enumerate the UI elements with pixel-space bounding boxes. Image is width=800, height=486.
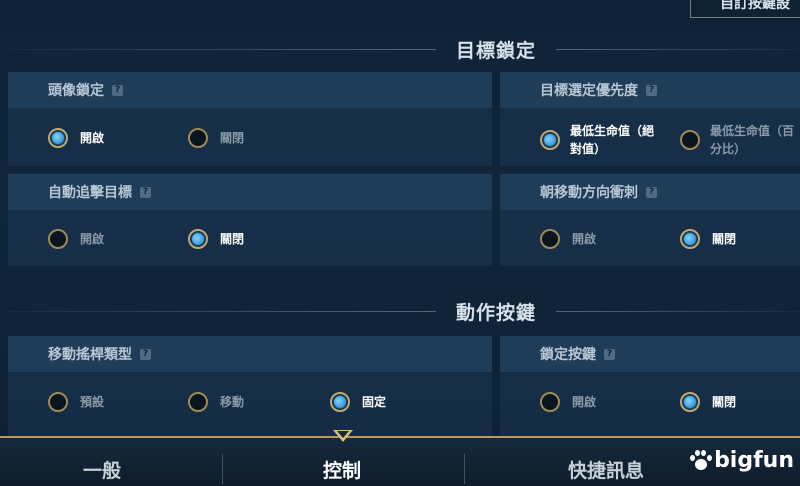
divider xyxy=(556,49,800,50)
option-enable[interactable]: 開啟 xyxy=(540,392,596,412)
section-title: 目標鎖定 xyxy=(455,40,536,62)
radio-icon[interactable] xyxy=(540,392,560,412)
help-icon[interactable]: ? xyxy=(646,84,657,96)
option-label-line: 最低生命值（百 xyxy=(710,124,795,138)
radio-selected-icon[interactable] xyxy=(188,229,208,249)
panel-title: 目標選定優先度 xyxy=(540,83,638,99)
panel-header: 朝移動方向衝刺 ? xyxy=(500,174,800,210)
option-label: 最低生命值（百 分比） xyxy=(710,122,794,158)
option-enable[interactable]: 開啟 xyxy=(48,128,104,148)
bottom-tab-bar: 一般 控制 快捷訊息 xyxy=(0,436,800,486)
panel-joystick-type: 移動搖桿類型 ? 預設 移動 固定 xyxy=(8,336,492,436)
option-label: 固定 xyxy=(362,395,387,409)
panel-dash-direction: 朝移動方向衝刺 ? 開啟 關閉 xyxy=(500,174,800,266)
help-icon[interactable]: ? xyxy=(140,348,151,360)
radio-icon[interactable] xyxy=(188,128,208,148)
option-disable[interactable]: 關閉 xyxy=(188,128,244,148)
option-label: 關閉 xyxy=(712,395,737,409)
panel-title: 自動追擊目標 xyxy=(48,185,132,201)
active-tab-indicator-inner xyxy=(337,431,349,438)
option-label: 開啟 xyxy=(572,232,597,246)
option-moving[interactable]: 移動 xyxy=(188,392,244,412)
help-icon[interactable]: ? xyxy=(604,348,615,360)
section-target-lock: 目標鎖定 xyxy=(0,36,800,62)
panel-title: 朝移動方向衝刺 xyxy=(540,185,638,201)
radio-icon[interactable] xyxy=(48,392,68,412)
tab-divider xyxy=(464,454,465,484)
option-label: 最低生命值（絕 對值） xyxy=(570,122,654,158)
tab-general[interactable]: 一般 xyxy=(22,456,182,483)
option-disable[interactable]: 關閉 xyxy=(188,229,244,249)
tab-divider xyxy=(222,454,223,484)
option-label: 關閉 xyxy=(712,232,737,246)
radio-icon[interactable] xyxy=(48,229,68,249)
option-lowest-hp-percent[interactable]: 最低生命值（百 分比） xyxy=(680,122,794,158)
section-title: 動作按鍵 xyxy=(455,302,536,324)
radio-icon[interactable] xyxy=(680,130,700,150)
option-label-line: 分比） xyxy=(710,142,747,156)
option-label: 開啟 xyxy=(572,395,597,409)
panel-auto-chase: 自動追擊目標 ? 開啟 關閉 xyxy=(8,174,492,266)
option-lowest-hp-absolute[interactable]: 最低生命值（絕 對值） xyxy=(540,122,654,158)
option-disable[interactable]: 關閉 xyxy=(680,229,736,249)
paw-logo-icon xyxy=(688,449,713,472)
tab-control[interactable]: 控制 xyxy=(262,456,422,483)
panel-header: 移動搖桿類型 ? xyxy=(8,336,492,372)
section-action-keys: 動作按鍵 xyxy=(0,298,800,324)
option-fixed[interactable]: 固定 xyxy=(330,392,386,412)
tab-quick-messages[interactable]: 快捷訊息 xyxy=(526,456,686,483)
option-label: 關閉 xyxy=(220,232,245,246)
option-default[interactable]: 預設 xyxy=(48,392,104,412)
panel-lock-key: 鎖定按鍵 ? 開啟 關閉 xyxy=(500,336,800,436)
panel-target-priority: 目標選定優先度 ? 最低生命值（絕 對值） 最低生命值（百 分比） xyxy=(500,72,800,166)
watermark-text: bigfun xyxy=(714,448,794,473)
radio-selected-icon[interactable] xyxy=(540,130,560,150)
help-icon[interactable]: ? xyxy=(646,186,657,198)
radio-selected-icon[interactable] xyxy=(330,392,350,412)
radio-icon[interactable] xyxy=(540,229,560,249)
option-label: 開啟 xyxy=(80,131,105,145)
option-label-line: 最低生命值（絕 xyxy=(570,124,655,138)
panel-title: 移動搖桿類型 xyxy=(48,347,132,363)
radio-selected-icon[interactable] xyxy=(680,392,700,412)
panel-header: 自動追擊目標 ? xyxy=(8,174,492,210)
panel-header: 頭像鎖定 ? xyxy=(8,72,492,108)
watermark: bigfun xyxy=(688,448,794,473)
help-icon[interactable]: ? xyxy=(140,186,151,198)
panel-header: 目標選定優先度 ? xyxy=(500,72,800,108)
radio-selected-icon[interactable] xyxy=(48,128,68,148)
option-enable[interactable]: 開啟 xyxy=(540,229,596,249)
panel-title: 鎖定按鍵 xyxy=(540,347,596,363)
option-label: 關閉 xyxy=(220,131,245,145)
help-icon[interactable]: ? xyxy=(112,84,123,96)
panel-title: 頭像鎖定 xyxy=(48,83,104,99)
divider xyxy=(8,49,436,50)
option-label: 預設 xyxy=(80,395,105,409)
panel-avatar-lock: 頭像鎖定 ? 開啟 關閉 xyxy=(8,72,492,166)
option-label: 移動 xyxy=(220,395,245,409)
custom-keys-button[interactable]: 自訂按鍵設 xyxy=(690,0,800,18)
panel-header: 鎖定按鍵 ? xyxy=(500,336,800,372)
option-label: 開啟 xyxy=(80,232,105,246)
divider xyxy=(556,311,800,312)
option-disable[interactable]: 關閉 xyxy=(680,392,736,412)
option-label-line: 對值） xyxy=(570,142,607,156)
option-enable[interactable]: 開啟 xyxy=(48,229,104,249)
divider xyxy=(8,311,436,312)
radio-icon[interactable] xyxy=(188,392,208,412)
radio-selected-icon[interactable] xyxy=(680,229,700,249)
